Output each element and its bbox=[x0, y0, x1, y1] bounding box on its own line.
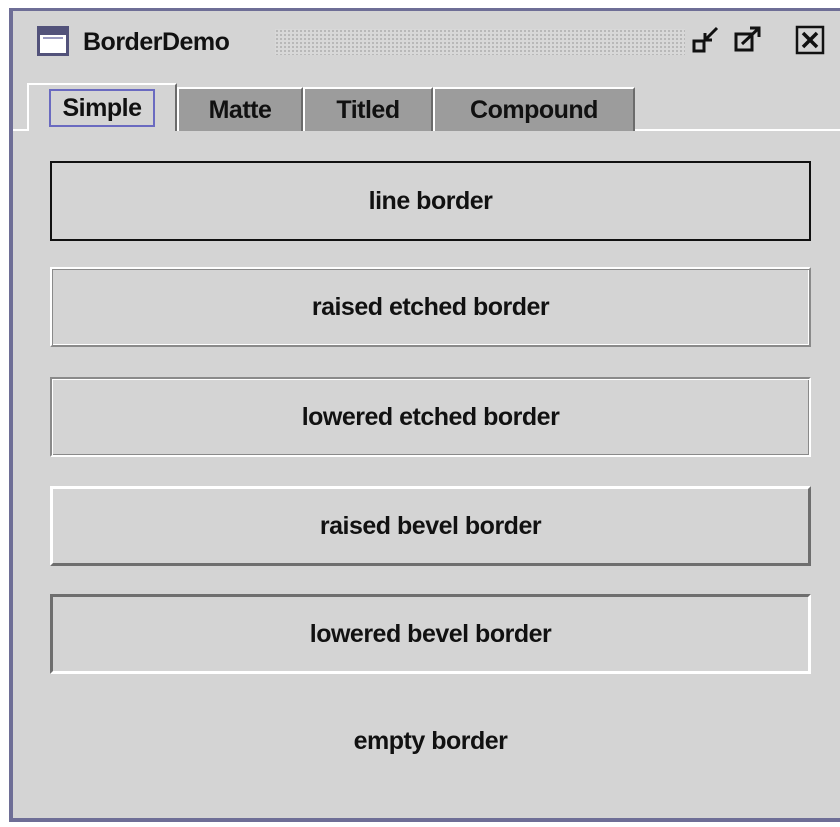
tab-titled[interactable]: Titled bbox=[303, 87, 433, 131]
raised-bevel-border-label: raised bevel border bbox=[50, 486, 811, 566]
maximize-icon[interactable] bbox=[731, 23, 765, 57]
minimize-icon[interactable] bbox=[689, 23, 723, 57]
app-window-icon[interactable] bbox=[37, 26, 69, 56]
tab-titled-label: Titled bbox=[336, 95, 400, 124]
tab-strip: Simple Matte Titled Compound bbox=[13, 83, 840, 133]
window-frame-bottom[interactable] bbox=[9, 818, 840, 822]
border-demo-window: BorderDemo Simple Matte Titled Compound … bbox=[0, 0, 840, 827]
lowered-bevel-border-label: lowered bevel border bbox=[50, 594, 811, 674]
tab-matte-label: Matte bbox=[208, 95, 272, 124]
tab-simple-label: Simple bbox=[48, 89, 156, 127]
raised-etched-border-label: raised etched border bbox=[50, 267, 811, 347]
tab-matte[interactable]: Matte bbox=[177, 87, 303, 131]
title-bar-pattern bbox=[275, 29, 685, 55]
window-title: BorderDemo bbox=[83, 28, 230, 56]
title-bar[interactable]: BorderDemo bbox=[13, 11, 840, 83]
lowered-etched-border-label: lowered etched border bbox=[50, 377, 811, 457]
empty-border-label: empty border bbox=[353, 726, 508, 755]
close-icon[interactable] bbox=[793, 23, 827, 57]
tab-compound-label: Compound bbox=[470, 95, 598, 124]
tab-simple[interactable]: Simple bbox=[27, 83, 177, 131]
line-border-label: line border bbox=[50, 161, 811, 241]
simple-borders-panel: line border raised etched border lowered… bbox=[13, 131, 840, 818]
tab-compound[interactable]: Compound bbox=[433, 87, 635, 131]
